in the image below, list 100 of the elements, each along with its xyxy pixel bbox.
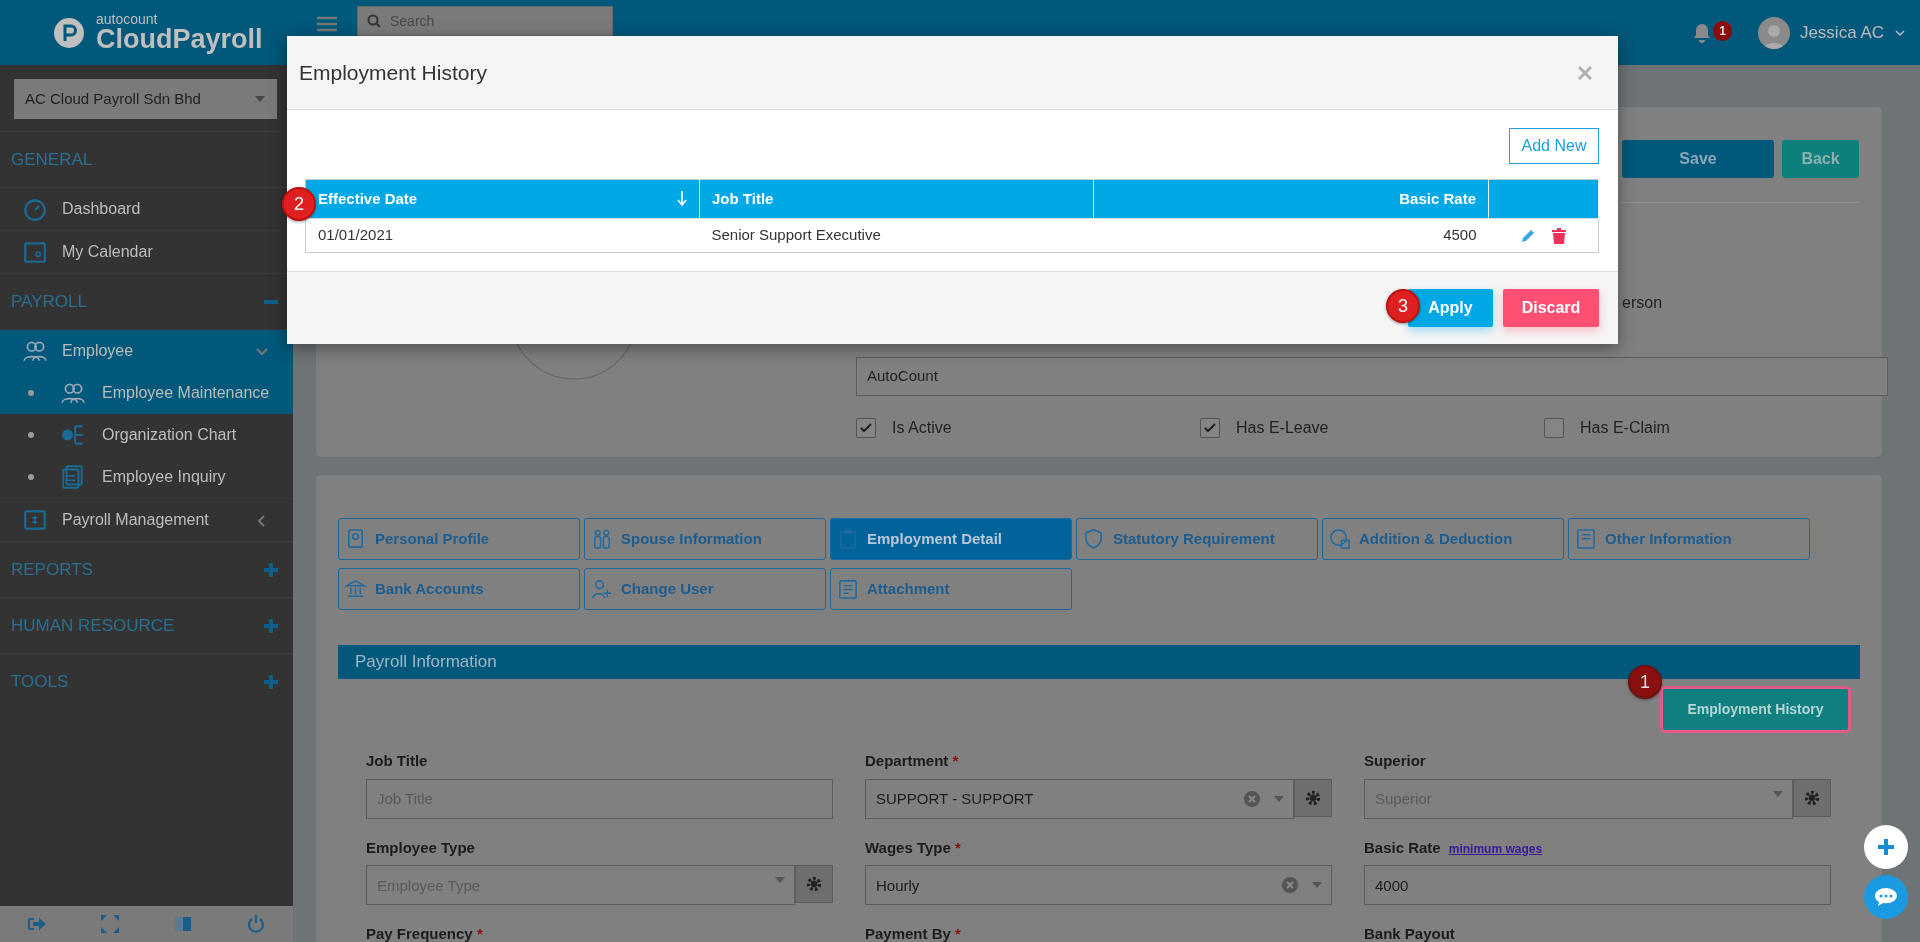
required-mark: *: [476, 925, 483, 942]
field-label: Wages Type: [865, 838, 951, 856]
expand-icon[interactable]: [263, 561, 279, 578]
input-field[interactable]: AutoCount: [856, 357, 1888, 396]
menu-icon[interactable]: [317, 15, 337, 32]
tab[interactable]: Spouse Information: [584, 518, 826, 560]
bell-icon[interactable]: [1693, 22, 1712, 43]
discard-button[interactable]: Discard: [1503, 289, 1599, 327]
field-label: Pay Frequency: [366, 925, 473, 942]
settings-icon: [1304, 788, 1322, 807]
sidebar-subitem[interactable]: Employee Inquiry: [0, 456, 293, 498]
sidebar-subitem[interactable]: Organization Chart: [0, 414, 293, 456]
sidebar-item[interactable]: Employee: [0, 329, 293, 372]
resume-icon: [1575, 528, 1597, 550]
bank-icon: [345, 578, 367, 600]
clear-icon[interactable]: [1244, 790, 1260, 807]
settings-button[interactable]: [1793, 778, 1831, 817]
sign-out-icon[interactable]: [26, 915, 47, 933]
tab[interactable]: Statutory Requirement: [1076, 518, 1318, 560]
caret-icon: [255, 96, 265, 102]
section-heading[interactable]: TOOLS: [11, 668, 69, 695]
field-label: Department: [865, 752, 949, 769]
settings-button[interactable]: [795, 865, 833, 903]
table-cell: 01/01/2021: [305, 218, 700, 253]
link[interactable]: minimum wages: [1448, 841, 1543, 856]
delete-icon[interactable]: [1552, 227, 1567, 244]
shield-icon: [1083, 528, 1105, 550]
table-cell: 4500: [1093, 218, 1489, 253]
required-mark: *: [952, 752, 959, 769]
power-icon[interactable]: [246, 914, 267, 934]
tab[interactable]: Attachment: [830, 568, 1072, 610]
logo-text: CloudPayroll: [96, 26, 263, 53]
column-header[interactable]: Basic Rate: [1093, 179, 1489, 219]
couple-icon: [591, 528, 613, 550]
column-header[interactable]: Effective Date: [305, 179, 700, 219]
checkbox-label: Has E-Leave: [1236, 418, 1329, 438]
tab[interactable]: Bank Accounts: [338, 568, 580, 610]
tab[interactable]: Other Information: [1568, 518, 1810, 560]
caret-icon[interactable]: [775, 877, 785, 883]
field-label: Superior: [1364, 752, 1426, 769]
check-icon: [860, 423, 872, 433]
expand-icon[interactable]: [263, 673, 279, 690]
close-icon[interactable]: [1578, 65, 1592, 80]
tab[interactable]: Addition & Deduction: [1322, 518, 1564, 560]
fullscreen-icon[interactable]: [99, 914, 120, 934]
document-icon: [60, 464, 86, 490]
apply-button[interactable]: Apply: [1408, 289, 1493, 327]
tab[interactable]: Personal Profile: [338, 518, 580, 560]
required-mark: *: [955, 838, 961, 856]
checkbox[interactable]: [1200, 418, 1220, 438]
document-icon: [837, 578, 859, 600]
settings-icon: [805, 875, 823, 893]
field-label: Basic Rate: [1364, 838, 1441, 856]
input-field[interactable]: 4000: [1364, 865, 1831, 905]
required-mark: *: [955, 925, 961, 942]
employment-history-button[interactable]: Employment History: [1663, 689, 1848, 730]
org-chart-icon: [60, 422, 86, 448]
column-header[interactable]: Job Title: [699, 179, 1094, 219]
caret-icon[interactable]: [1274, 795, 1284, 802]
check-icon: [1204, 423, 1216, 433]
caret-icon[interactable]: [1312, 882, 1322, 888]
checkbox-label: Has E-Claim: [1580, 418, 1670, 438]
logo-icon: [54, 17, 84, 48]
table-cell: Senior Support Executive: [699, 218, 1094, 253]
sidebar-item[interactable]: Payroll Management: [0, 498, 293, 541]
dropdown-field[interactable]: Hourly: [865, 865, 1332, 905]
dropdown-field[interactable]: SUPPORT - SUPPORT: [865, 778, 1294, 819]
avatar[interactable]: [1757, 16, 1790, 49]
user-name[interactable]: Jessica AC: [1799, 19, 1884, 46]
payroll-icon: [22, 507, 48, 533]
add-new-button[interactable]: Add New: [1509, 128, 1599, 164]
tab[interactable]: Employment Detail: [830, 518, 1072, 560]
section-heading[interactable]: REPORTS: [11, 556, 93, 583]
settings-icon: [1803, 788, 1821, 807]
section-heading[interactable]: HUMAN RESOURCE: [11, 612, 175, 639]
clear-icon[interactable]: [1282, 877, 1298, 893]
sort-icon[interactable]: [677, 191, 687, 207]
add-user-icon: [591, 578, 613, 600]
back-button[interactable]: Back: [1782, 140, 1859, 178]
edit-icon[interactable]: [1520, 227, 1537, 244]
calendar-icon: [22, 239, 48, 265]
checkbox[interactable]: [856, 418, 876, 438]
dashboard-icon: [22, 196, 48, 222]
checkbox-label: Is Active: [892, 418, 952, 438]
settings-button[interactable]: [1294, 778, 1332, 817]
section-heading[interactable]: GENERAL: [11, 146, 93, 173]
modal-title: Employment History: [299, 59, 487, 86]
logo-text: autocount: [96, 12, 159, 26]
save-button[interactable]: Save: [1622, 140, 1774, 178]
checkbox[interactable]: [1544, 418, 1564, 438]
sidebar-subitem[interactable]: Employee Maintenance: [0, 372, 293, 414]
section-heading[interactable]: PAYROLL: [11, 288, 87, 315]
notification-badge: 1: [1713, 20, 1732, 41]
company-dropdown[interactable]: AC Cloud Payroll Sdn Bhd: [14, 79, 277, 119]
tab[interactable]: Change User: [584, 568, 826, 610]
field-label: Bank Payout: [1364, 925, 1455, 942]
expand-icon[interactable]: [263, 617, 279, 634]
caret-icon[interactable]: [1773, 790, 1783, 797]
people-icon: [60, 380, 86, 406]
clipboard-icon: [837, 528, 859, 550]
